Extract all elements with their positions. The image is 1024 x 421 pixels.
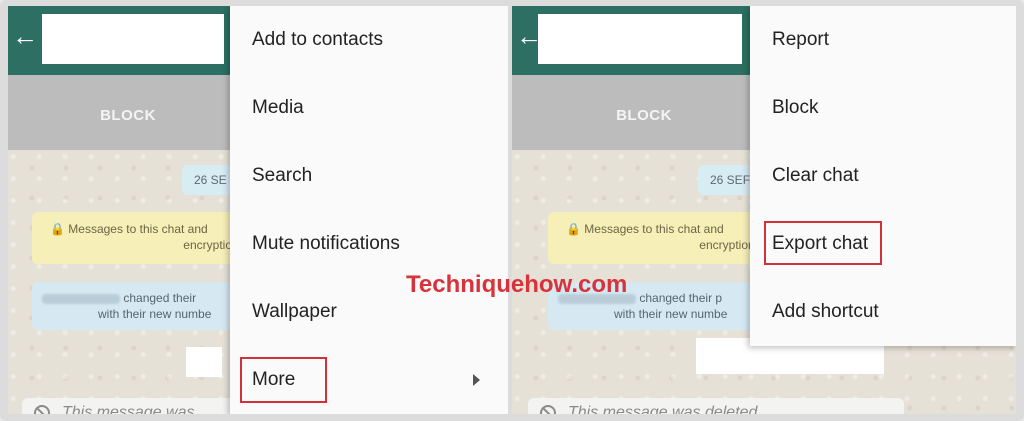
screenshot-frame: ← BLOCK 26 SE 🔒 Messages to this chat an… — [0, 0, 1024, 421]
system-message-line-1: changed their — [123, 291, 197, 305]
encryption-notice: 🔒 Messages to this chat and encryption. — [32, 212, 242, 264]
encryption-line-1: 🔒 Messages to this chat and — [50, 222, 208, 236]
block-button[interactable]: BLOCK — [68, 107, 188, 124]
menu-item-clear-chat[interactable]: Clear chat — [750, 142, 1016, 210]
menu-item-media[interactable]: Media — [230, 74, 508, 142]
date-chip: 26 SEF — [698, 165, 758, 195]
system-message-line-2: with their new numbe — [98, 307, 212, 321]
deleted-message: This message was deleted — [528, 398, 904, 414]
encryption-line-2: encryption. — [699, 238, 758, 252]
redacted-contact-name — [42, 14, 224, 64]
redacted-contact-name — [538, 14, 742, 64]
highlight-box-export-chat — [764, 221, 882, 265]
redacted-timestamp — [186, 347, 222, 377]
submenu-arrow-icon — [473, 374, 480, 386]
encryption-notice: 🔒 Messages to this chat and encryption. — [548, 212, 758, 264]
deleted-message-text: This message was ... — [62, 404, 213, 414]
system-message: changed their with their new numbe — [32, 282, 242, 330]
overflow-menu: Add to contacts Media Search Mute notifi… — [230, 6, 508, 414]
system-message-line-2: with their new numbe — [614, 307, 728, 321]
blocked-icon — [34, 405, 50, 414]
highlight-box-more — [240, 357, 327, 403]
menu-item-report[interactable]: Report — [750, 6, 1016, 74]
blocked-icon — [540, 405, 556, 414]
menu-item-add-shortcut[interactable]: Add shortcut — [750, 278, 1016, 346]
deleted-message-text: This message was deleted — [568, 404, 758, 414]
watermark-text: Techniquehow.com — [406, 271, 628, 298]
blurred-name — [42, 293, 120, 304]
back-arrow-icon[interactable]: ← — [12, 22, 40, 50]
menu-item-mute-notifications[interactable]: Mute notifications — [230, 210, 508, 278]
encryption-line-2: encryption. — [183, 238, 242, 252]
left-screenshot: ← BLOCK 26 SE 🔒 Messages to this chat an… — [8, 6, 508, 414]
system-message-line-1: changed their p — [639, 291, 723, 305]
menu-item-block[interactable]: Block — [750, 74, 1016, 142]
menu-item-add-to-contacts[interactable]: Add to contacts — [230, 6, 508, 74]
overflow-menu: Report Block Clear chat Export chat Add … — [750, 6, 1016, 346]
right-screenshot: ← BLOCK 26 SEF 🔒 Messages to this chat a… — [512, 6, 1016, 414]
block-button[interactable]: BLOCK — [584, 107, 704, 124]
encryption-line-1: 🔒 Messages to this chat and — [566, 222, 724, 236]
menu-item-search[interactable]: Search — [230, 142, 508, 210]
